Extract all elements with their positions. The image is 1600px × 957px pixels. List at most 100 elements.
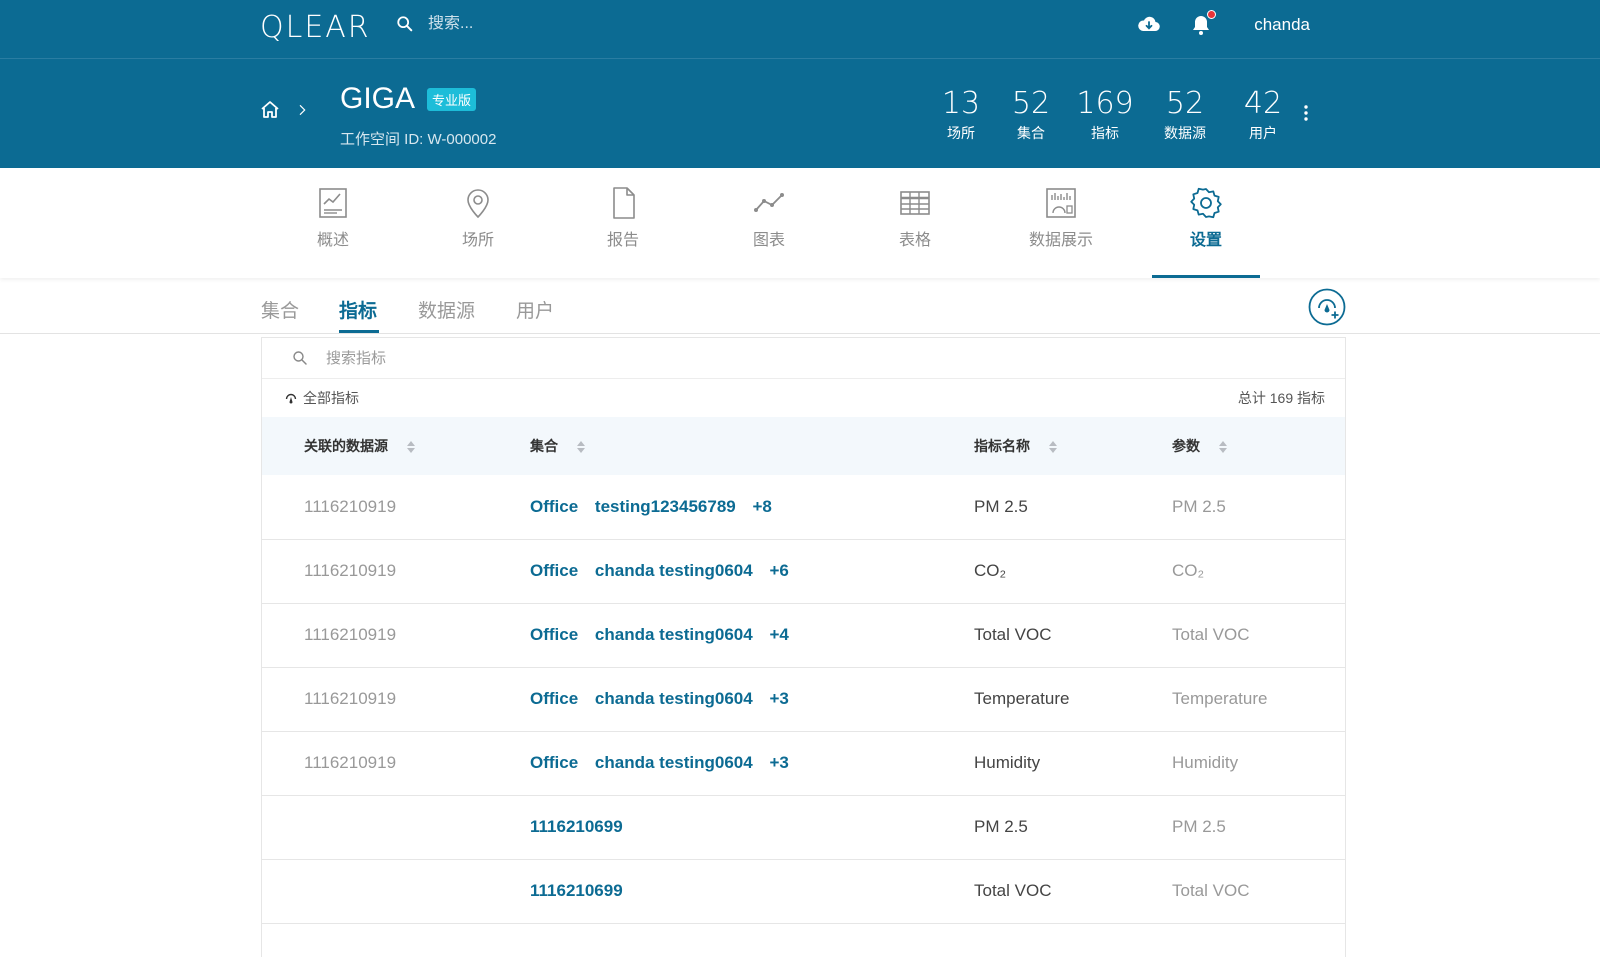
metric-search[interactable] bbox=[262, 338, 1345, 379]
chart-icon bbox=[754, 193, 784, 212]
table-header-row: 关联的数据源 集合 指标名称 参数 bbox=[262, 417, 1345, 475]
parameter-cell: Total VOC bbox=[1172, 625, 1250, 644]
nav-settings[interactable]: 设置 bbox=[1151, 186, 1261, 250]
nav-charts[interactable]: 图表 bbox=[714, 186, 824, 250]
nav-tables[interactable]: 表格 bbox=[860, 186, 970, 250]
overview-icon bbox=[319, 188, 347, 218]
breadcrumb bbox=[258, 98, 326, 122]
display-icon bbox=[1046, 188, 1076, 218]
collection-link[interactable]: chanda testing0604 bbox=[595, 689, 753, 708]
subtab-active-indicator bbox=[339, 330, 379, 333]
settings-icon bbox=[1190, 187, 1222, 219]
user-menu[interactable]: chanda bbox=[1254, 15, 1310, 35]
table-row[interactable]: 1116210699 Total VOC Total VOC bbox=[262, 859, 1345, 923]
metric-name-cell[interactable]: Total VOC bbox=[932, 603, 1130, 667]
stat-datasources[interactable]: 52 数据源 bbox=[1146, 86, 1224, 143]
datasource-cell bbox=[262, 859, 500, 923]
table-row[interactable]: 1116210919 Office chanda testing0604 +3 … bbox=[262, 667, 1345, 731]
column-header-metric-name[interactable]: 指标名称 bbox=[932, 417, 1130, 475]
report-icon bbox=[613, 187, 635, 219]
datasource-cell: 1116210919 bbox=[304, 689, 397, 708]
metric-search-input[interactable] bbox=[326, 349, 926, 367]
metric-name-cell[interactable]: Temperature bbox=[932, 667, 1130, 731]
main-navigation: 概述 场所 报告 图表 表格 数据展示 设置 bbox=[0, 168, 1600, 278]
table-row[interactable]: 1116210699 PM 2.5 PM 2.5 bbox=[262, 795, 1345, 859]
collection-link[interactable]: Office bbox=[530, 753, 578, 772]
settings-subtabs: 集合 指标 数据源 用户 bbox=[0, 278, 1600, 334]
nav-overview[interactable]: 概述 bbox=[278, 186, 388, 250]
stat-users[interactable]: 42 用户 bbox=[1230, 86, 1296, 143]
datasource-cell: 1116210919 bbox=[304, 753, 397, 772]
parameter-cell: PM 2.5 bbox=[1172, 817, 1226, 836]
table-row[interactable]: 1116210919 Office chanda testing0604 +4 … bbox=[262, 603, 1345, 667]
sort-icon[interactable] bbox=[576, 439, 586, 455]
stat-locations[interactable]: 13 场所 bbox=[930, 86, 992, 143]
header-actions: chanda bbox=[1136, 10, 1310, 40]
global-search[interactable] bbox=[396, 12, 688, 36]
tab-collections[interactable]: 集合 bbox=[261, 296, 299, 323]
table-row[interactable]: 1116210919 Office testing123456789 +8 PM… bbox=[262, 475, 1345, 539]
sort-icon[interactable] bbox=[406, 439, 416, 455]
more-collections-link[interactable]: +8 bbox=[752, 497, 771, 516]
tab-metrics[interactable]: 指标 bbox=[339, 296, 377, 323]
stat-collections[interactable]: 52 集合 bbox=[998, 86, 1064, 143]
sort-icon[interactable] bbox=[1048, 439, 1058, 455]
collection-link[interactable]: chanda testing0604 bbox=[595, 753, 753, 772]
plan-badge: 专业版 bbox=[427, 87, 477, 111]
datasource-cell: 1116210919 bbox=[304, 625, 397, 644]
table-icon bbox=[900, 191, 930, 215]
workspace-title: GIGA 专业版 bbox=[340, 82, 477, 116]
nav-locations[interactable]: 场所 bbox=[423, 186, 533, 250]
table-row[interactable]: 1116210919 Office chanda testing0604 +6 … bbox=[262, 539, 1345, 603]
column-header-datasource[interactable]: 关联的数据源 bbox=[262, 417, 500, 475]
collection-cell: Office testing123456789 +8 bbox=[500, 475, 932, 539]
workspace-name: GIGA bbox=[340, 82, 416, 115]
metrics-table: 关联的数据源 集合 指标名称 参数 1116210919 Office test… bbox=[262, 417, 1345, 924]
metric-filter-dropdown[interactable]: 全部指标 bbox=[284, 388, 359, 408]
tab-users[interactable]: 用户 bbox=[516, 296, 554, 323]
sort-icon[interactable] bbox=[1218, 439, 1228, 455]
collection-link[interactable]: 1116210699 bbox=[530, 817, 623, 836]
nav-reports[interactable]: 报告 bbox=[568, 186, 678, 250]
metric-name-cell[interactable]: PM 2.5 bbox=[932, 795, 1130, 859]
global-search-input[interactable] bbox=[428, 15, 688, 33]
collection-link[interactable]: chanda testing0604 bbox=[595, 561, 753, 580]
qlear-logo[interactable]: QLEAR bbox=[260, 10, 371, 45]
nav-data-display[interactable]: 数据展示 bbox=[1006, 186, 1116, 250]
parameter-cell: Humidity bbox=[1172, 753, 1239, 772]
collection-link[interactable]: 1116210699 bbox=[530, 881, 623, 900]
collection-link[interactable]: testing123456789 bbox=[595, 497, 736, 516]
more-collections-link[interactable]: +4 bbox=[769, 625, 788, 644]
header-divider bbox=[0, 58, 1600, 59]
more-collections-link[interactable]: +6 bbox=[769, 561, 788, 580]
collection-link[interactable]: Office bbox=[530, 625, 578, 644]
parameter-cell: Temperature bbox=[1172, 689, 1268, 708]
metric-name-cell[interactable]: PM 2.5 bbox=[932, 475, 1130, 539]
add-metric-icon[interactable] bbox=[1308, 288, 1346, 326]
stat-metrics[interactable]: 169 指标 bbox=[1070, 86, 1140, 143]
collection-cell: Office chanda testing0604 +3 bbox=[500, 731, 932, 795]
home-icon[interactable] bbox=[258, 98, 282, 122]
collection-link[interactable]: Office bbox=[530, 497, 578, 516]
more-collections-link[interactable]: +3 bbox=[769, 753, 788, 772]
metric-name-cell[interactable]: Humidity bbox=[932, 731, 1130, 795]
column-header-collection[interactable]: 集合 bbox=[500, 417, 932, 475]
collection-link[interactable]: Office bbox=[530, 561, 578, 580]
parameter-cell: CO₂ bbox=[1172, 561, 1205, 580]
collection-link[interactable]: Office bbox=[530, 689, 578, 708]
column-header-parameter[interactable]: 参数 bbox=[1130, 417, 1345, 475]
more-options-icon[interactable] bbox=[1302, 104, 1310, 122]
collection-link[interactable]: chanda testing0604 bbox=[595, 625, 753, 644]
table-row[interactable]: 1116210919 Office chanda testing0604 +3 … bbox=[262, 731, 1345, 795]
more-collections-link[interactable]: +3 bbox=[769, 689, 788, 708]
notification-button[interactable] bbox=[1188, 10, 1217, 38]
collection-cell: Office chanda testing0604 +6 bbox=[500, 539, 932, 603]
cloud-download-icon[interactable] bbox=[1136, 12, 1162, 38]
metrics-panel: 全部指标 总计 169 指标 关联的数据源 集合 指标 bbox=[261, 337, 1346, 957]
collection-cell: Office chanda testing0604 +4 bbox=[500, 603, 932, 667]
search-icon bbox=[293, 351, 307, 365]
metric-name-cell[interactable]: Total VOC bbox=[932, 859, 1130, 923]
location-icon bbox=[467, 189, 489, 219]
tab-datasources[interactable]: 数据源 bbox=[418, 296, 475, 323]
metric-name-cell[interactable]: CO₂ bbox=[932, 539, 1130, 603]
